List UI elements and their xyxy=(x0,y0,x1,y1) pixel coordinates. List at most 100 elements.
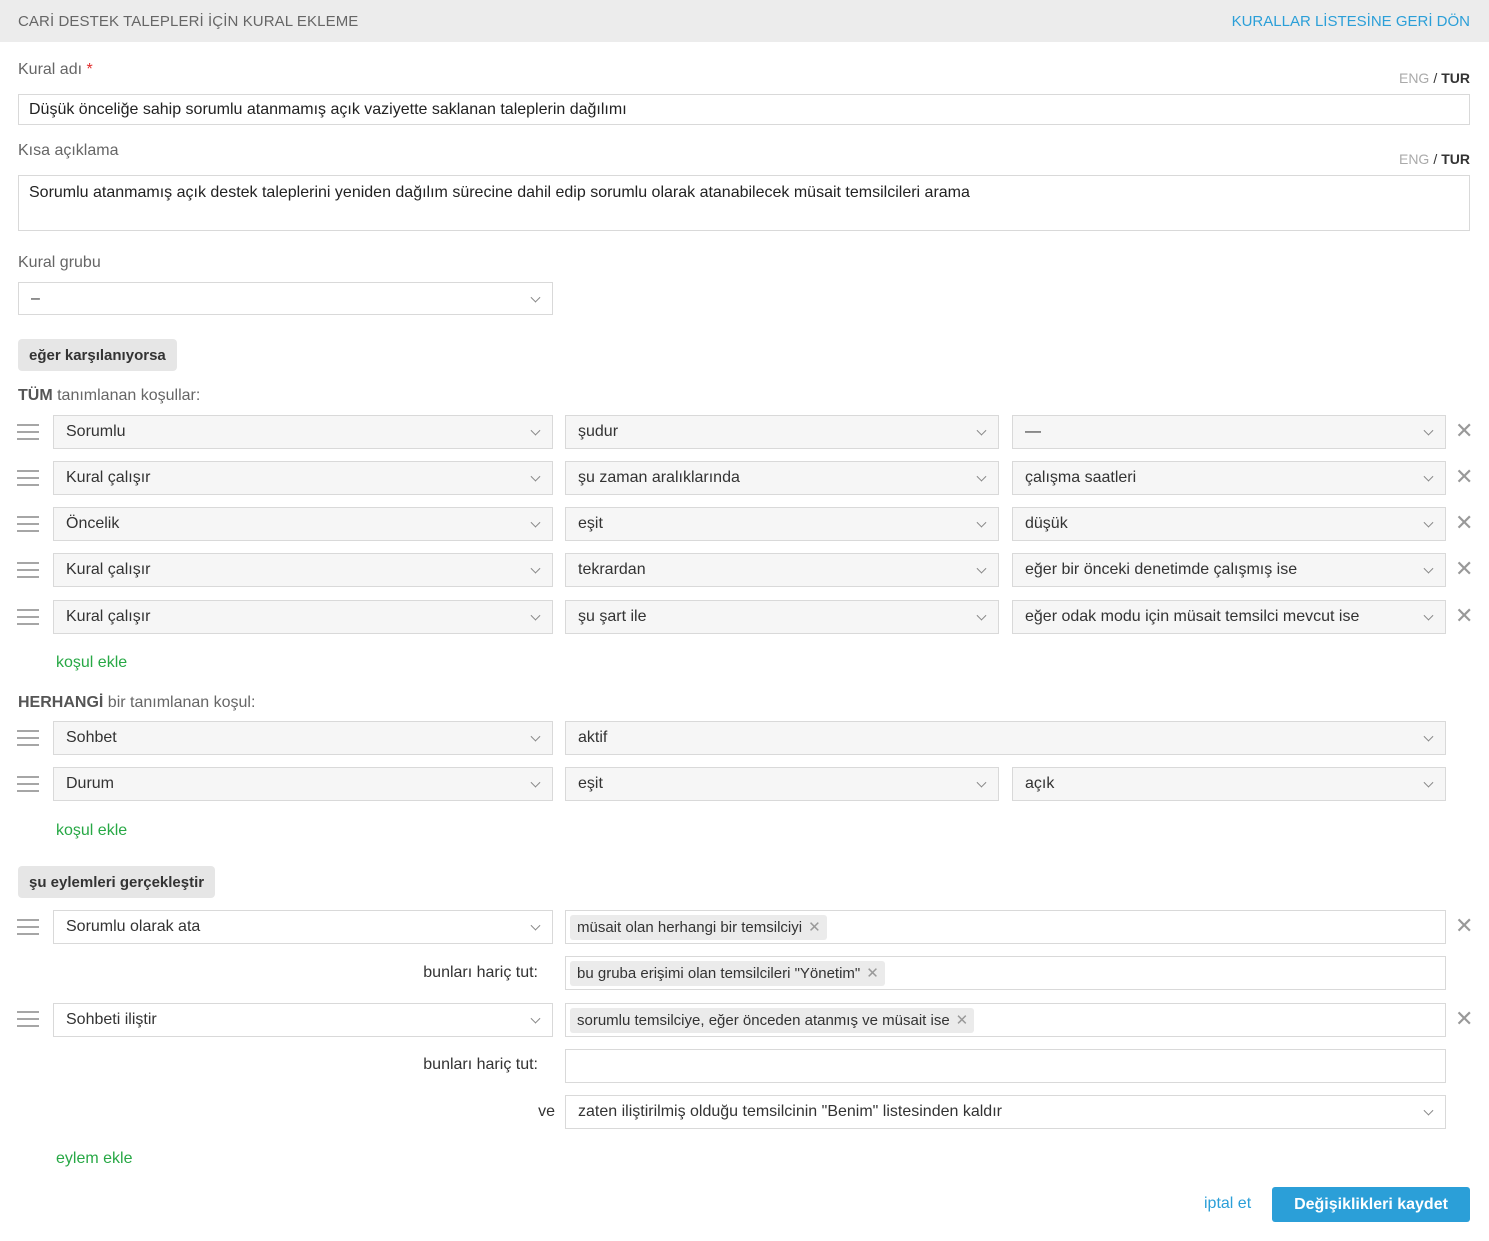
tag-remove-icon[interactable]: ✕ xyxy=(956,1011,969,1029)
lang-tur[interactable]: TUR xyxy=(1441,70,1470,86)
condition-operator-value: şu şart ile xyxy=(578,608,647,625)
chevron-down-icon xyxy=(976,425,987,436)
condition-operator-select[interactable]: şu zaman aralıklarında xyxy=(565,461,999,495)
chevron-down-icon xyxy=(1423,731,1434,742)
tag-chip: müsait olan herhangi bir temsilciyi ✕ xyxy=(570,914,827,940)
short-description-lang-switch: ENG / TUR xyxy=(1399,151,1470,167)
lang-eng[interactable]: ENG xyxy=(1399,70,1429,86)
tag-label: sorumlu temsilciye, eğer önceden atanmış… xyxy=(577,1011,950,1029)
rule-group-value: – xyxy=(31,289,40,307)
and-option-value: zaten iliştirilmiş olduğu temsilcinin "B… xyxy=(578,1103,1002,1120)
condition-value-select[interactable]: açık xyxy=(1012,767,1446,801)
remove-condition-icon[interactable]: ✕ xyxy=(1455,466,1473,488)
rule-name-lang-switch: ENG / TUR xyxy=(1399,70,1470,86)
condition-operator-select[interactable]: aktif xyxy=(565,721,1446,755)
exclude-tag-input[interactable] xyxy=(565,1049,1446,1083)
exclude-tag-input[interactable]: bu gruba erişimi olan temsilcileri "Yöne… xyxy=(565,956,1446,990)
actions-section-header: şu eylemleri gerçekleştir xyxy=(18,866,216,898)
remove-condition-icon[interactable]: ✕ xyxy=(1455,605,1473,627)
remove-condition-icon[interactable]: ✕ xyxy=(1455,420,1473,442)
exclude-label: bunları hariç tut: xyxy=(423,1056,538,1073)
tag-remove-icon[interactable]: ✕ xyxy=(808,918,821,936)
condition-field-select[interactable]: Durum xyxy=(53,767,553,801)
required-mark: * xyxy=(86,61,93,78)
cancel-button[interactable]: iptal et xyxy=(1204,1195,1251,1213)
chevron-down-icon xyxy=(530,425,541,436)
chevron-down-icon xyxy=(976,563,987,574)
condition-value-select[interactable]: — xyxy=(1012,415,1446,449)
remove-action-icon[interactable]: ✕ xyxy=(1455,915,1473,937)
save-button[interactable]: Değişiklikleri kaydet xyxy=(1272,1187,1470,1222)
condition-field-select[interactable]: Kural çalışır xyxy=(53,553,553,587)
condition-operator-select[interactable]: eşit xyxy=(565,767,999,801)
drag-handle-icon[interactable] xyxy=(17,1011,39,1027)
condition-operator-select[interactable]: tekrardan xyxy=(565,553,999,587)
condition-operator-select[interactable]: eşit xyxy=(565,507,999,541)
if-section-header: eğer karşılanıyorsa xyxy=(18,339,177,371)
rule-name-value: Düşük önceliğe sahip sorumlu atanmamış a… xyxy=(29,100,627,118)
condition-value-value: — xyxy=(1025,423,1041,440)
condition-value-value: çalışma saatleri xyxy=(1025,469,1137,486)
condition-field-select[interactable]: Sohbet xyxy=(53,721,553,755)
tag-label: bu gruba erişimi olan temsilcileri "Yöne… xyxy=(577,964,861,982)
chevron-down-icon xyxy=(530,563,541,574)
add-condition-link[interactable]: koşul ekle xyxy=(56,654,127,672)
drag-handle-icon[interactable] xyxy=(17,609,39,625)
condition-field-select[interactable]: Sorumlu xyxy=(53,415,553,449)
add-condition-link[interactable]: koşul ekle xyxy=(56,822,127,840)
and-option-select[interactable]: zaten iliştirilmiş olduğu temsilcinin "B… xyxy=(565,1095,1446,1129)
drag-handle-icon[interactable] xyxy=(17,776,39,792)
any-conditions-title-bold: HERHANGİ xyxy=(18,694,104,711)
lang-eng[interactable]: ENG xyxy=(1399,151,1429,167)
chevron-down-icon xyxy=(1423,471,1434,482)
and-label: ve xyxy=(538,1103,555,1120)
condition-operator-value: aktif xyxy=(578,729,608,746)
chevron-down-icon xyxy=(530,777,541,788)
condition-operator-value: eşit xyxy=(578,515,603,532)
condition-value-value: eğer odak modu için müsait temsilci mevc… xyxy=(1025,608,1360,625)
condition-field-select[interactable]: Kural çalışır xyxy=(53,600,553,634)
chevron-down-icon xyxy=(530,610,541,621)
rule-name-input[interactable]: Düşük önceliğe sahip sorumlu atanmamış a… xyxy=(18,94,1470,125)
tag-chip: bu gruba erişimi olan temsilcileri "Yöne… xyxy=(570,960,885,986)
condition-value-select[interactable]: çalışma saatleri xyxy=(1012,461,1446,495)
condition-operator-select[interactable]: şu şart ile xyxy=(565,600,999,634)
condition-operator-value: şudur xyxy=(578,423,619,440)
all-conditions-title: TÜM tanımlanan koşullar: xyxy=(18,387,200,405)
back-to-rules-link[interactable]: KURALLAR LİSTESİNE GERİ DÖN xyxy=(1232,13,1470,30)
remove-action-icon[interactable]: ✕ xyxy=(1455,1008,1473,1030)
drag-handle-icon[interactable] xyxy=(17,562,39,578)
condition-value-select[interactable]: eğer bir önceki denetimde çalışmış ise xyxy=(1012,553,1446,587)
remove-condition-icon[interactable]: ✕ xyxy=(1455,558,1473,580)
remove-condition-icon[interactable]: ✕ xyxy=(1455,512,1473,534)
action-target-tag-input[interactable]: müsait olan herhangi bir temsilciyi ✕ xyxy=(565,910,1446,944)
condition-value-select[interactable]: eğer odak modu için müsait temsilci mevc… xyxy=(1012,600,1446,634)
action-value: Sohbeti iliştir xyxy=(66,1011,157,1028)
add-action-link[interactable]: eylem ekle xyxy=(56,1150,132,1168)
drag-handle-icon[interactable] xyxy=(17,424,39,440)
chevron-down-icon xyxy=(530,920,541,931)
action-select[interactable]: Sorumlu olarak ata xyxy=(53,910,553,944)
condition-field-select[interactable]: Öncelik xyxy=(53,507,553,541)
chevron-down-icon xyxy=(530,292,541,303)
condition-field-select[interactable]: Kural çalışır xyxy=(53,461,553,495)
condition-field-value: Öncelik xyxy=(66,515,120,532)
chevron-down-icon xyxy=(976,777,987,788)
tag-remove-icon[interactable]: ✕ xyxy=(866,964,879,982)
condition-value-select[interactable]: düşük xyxy=(1012,507,1446,541)
drag-handle-icon[interactable] xyxy=(17,919,39,935)
tag-label: müsait olan herhangi bir temsilciyi xyxy=(577,918,803,936)
lang-sep: / xyxy=(1433,70,1438,86)
drag-handle-icon[interactable] xyxy=(17,470,39,486)
short-description-textarea[interactable]: Sorumlu atanmamış açık destek taleplerin… xyxy=(18,175,1470,231)
all-conditions-title-bold: TÜM xyxy=(18,387,53,404)
drag-handle-icon[interactable] xyxy=(17,516,39,532)
rule-group-label: Kural grubu xyxy=(18,254,101,271)
drag-handle-icon[interactable] xyxy=(17,730,39,746)
action-select[interactable]: Sohbeti iliştir xyxy=(53,1003,553,1037)
action-target-tag-input[interactable]: sorumlu temsilciye, eğer önceden atanmış… xyxy=(565,1003,1446,1037)
rule-group-select[interactable]: – xyxy=(18,282,553,315)
lang-tur[interactable]: TUR xyxy=(1441,151,1470,167)
rule-name-label-text: Kural adı xyxy=(18,61,83,78)
condition-operator-select[interactable]: şudur xyxy=(565,415,999,449)
